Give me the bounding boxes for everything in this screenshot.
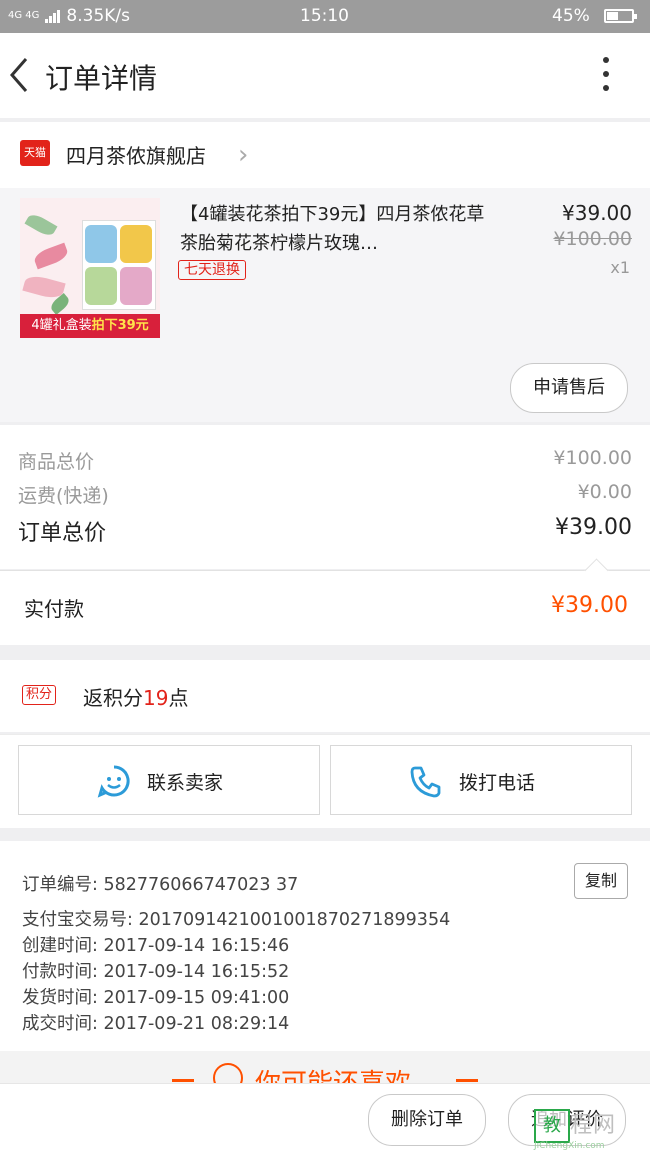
paid-time: 付款时间: 2017-09-14 16:15:52 [22, 962, 290, 982]
back-button[interactable] [6, 55, 36, 95]
call-phone-label: 拨打电话 [459, 772, 536, 794]
heart-icon [213, 1063, 243, 1083]
after-sale-button[interactable]: 申请售后 [510, 363, 628, 413]
product-price: ¥39.00 [562, 201, 632, 225]
order-info: 订单编号: 582776066747023 37 复制 支付宝交易号: 2017… [0, 841, 650, 1051]
shipping-value: ¥0.00 [577, 481, 632, 503]
battery-percent: 45% [552, 6, 590, 26]
actual-payment-value: ¥39.00 [551, 593, 628, 618]
chevron-right-icon: › [238, 140, 249, 170]
actual-payment-label: 实付款 [24, 597, 84, 621]
status-left: 4G 4G 8.35K/s [8, 6, 130, 26]
app-header: 订单详情 [0, 33, 650, 118]
clock: 15:10 [300, 6, 349, 26]
shop-name: 四月茶侬旗舰店 [66, 144, 206, 168]
order-number: 订单编号: 582776066747023 37 [22, 875, 299, 895]
chat-face-icon [97, 765, 130, 798]
product-thumbnail: 4罐礼盒装拍下39元 [20, 198, 160, 338]
points-text: 返积分19点 [83, 686, 189, 710]
product-title: 【4罐装花茶拍下39元】四月茶侬花草茶胎菊花茶柠檬片玫瑰… [180, 204, 485, 254]
shipped-time: 发货时间: 2017-09-15 09:41:00 [22, 988, 290, 1008]
watermark-name: 程网 [570, 1113, 617, 1138]
page-title: 订单详情 [45, 62, 158, 95]
shipping-label: 运费(快递) [18, 485, 109, 507]
status-bar: 4G 4G 8.35K/s 15:10 45% [0, 0, 650, 33]
created-time: 创建时间: 2017-09-14 16:15:46 [22, 936, 290, 956]
price-summary: 商品总价 ¥100.00 运费(快递) ¥0.00 订单总价 ¥39.00 [0, 425, 650, 569]
contact-seller-button[interactable]: 联系卖家 [18, 745, 320, 815]
thumbnail-banner: 4罐礼盒装拍下39元 [20, 314, 160, 338]
points-row: 积分 返积分19点 [0, 660, 650, 732]
more-vertical-icon [592, 57, 620, 91]
product-original-price: ¥100.00 [553, 228, 632, 250]
back-arrow-icon [10, 58, 28, 92]
goods-total-label: 商品总价 [18, 451, 95, 473]
delete-order-button[interactable]: 删除订单 [368, 1094, 486, 1146]
phone-icon [410, 766, 441, 798]
call-phone-button[interactable]: 拨打电话 [330, 745, 632, 815]
alipay-transaction-number: 支付宝交易号: 2017091421001001870271899354 [22, 910, 451, 930]
copy-button[interactable]: 复制 [574, 863, 628, 899]
actual-payment-row: 实付款 ¥39.00 [0, 558, 650, 645]
return-policy-tag: 七天退换 [178, 260, 246, 280]
watermark-url: JiChengXin.com [534, 1141, 605, 1151]
network-speed: 8.35K/s [66, 6, 130, 26]
order-total-value: ¥39.00 [555, 515, 632, 540]
recommend-title: 你可能还喜欢 [255, 1063, 411, 1083]
recommend-header: 你可能还喜欢 [0, 1051, 650, 1083]
signal-icon [45, 9, 61, 23]
contact-section: 联系卖家 拨打电话 [0, 734, 650, 828]
product-quantity: x1 [610, 258, 630, 277]
tmall-badge: 天猫 [20, 140, 50, 166]
watermark-logo: 教 [534, 1109, 570, 1143]
order-total-label: 订单总价 [18, 521, 107, 546]
contact-seller-label: 联系卖家 [147, 772, 224, 794]
product-item[interactable]: 4罐礼盒装拍下39元 【4罐装花茶拍下39元】四月茶侬花草茶胎菊花茶柠檬片玫瑰…… [0, 188, 650, 422]
completed-time: 成交时间: 2017-09-21 08:29:14 [22, 1014, 290, 1034]
network-type: 4G 4G [8, 10, 40, 21]
points-badge: 积分 [22, 685, 57, 705]
site-watermark: 教 程网 JiChengXin.com [534, 1101, 650, 1155]
battery-icon [604, 9, 637, 23]
more-menu-button[interactable] [592, 55, 620, 95]
goods-total-value: ¥100.00 [553, 447, 632, 469]
shop-row[interactable]: 天猫 四月茶侬旗舰店 › [0, 122, 650, 188]
